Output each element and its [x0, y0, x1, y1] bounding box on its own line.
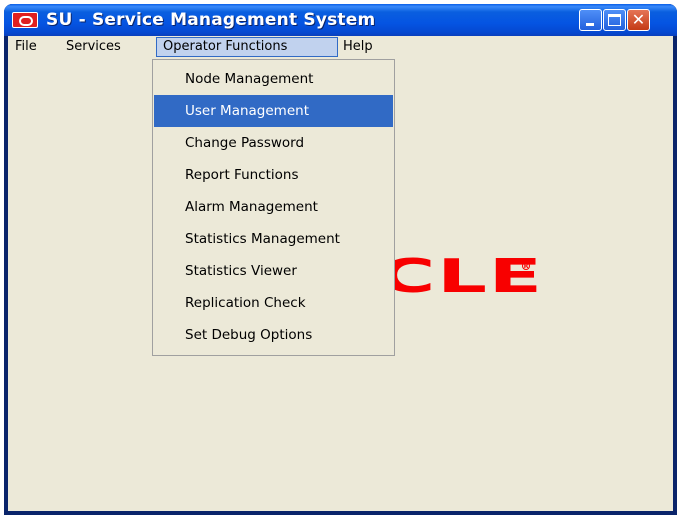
operator-functions-dropdown: Node Management User Management Change P…: [152, 59, 395, 356]
close-icon: ✕: [631, 10, 646, 29]
maximize-button[interactable]: [603, 9, 626, 31]
oracle-app-icon[interactable]: [12, 12, 38, 28]
menu-item-replication-check[interactable]: Replication Check: [154, 287, 393, 319]
menu-item-alarm-management[interactable]: Alarm Management: [154, 191, 393, 223]
minimize-icon: [586, 23, 594, 26]
app-window: SU - Service Management System ✕ File Se…: [4, 4, 677, 515]
menu-file[interactable]: File: [9, 37, 43, 57]
menu-services[interactable]: Services: [60, 37, 127, 57]
menu-help[interactable]: Help: [337, 37, 379, 57]
menu-bar: File Services Operator Functions Help: [8, 36, 673, 58]
title-bar[interactable]: SU - Service Management System ✕: [4, 4, 677, 36]
close-button[interactable]: ✕: [627, 9, 650, 31]
maximize-icon: [608, 14, 621, 26]
menu-item-report-functions[interactable]: Report Functions: [154, 159, 393, 191]
menu-item-statistics-viewer[interactable]: Statistics Viewer: [154, 255, 393, 287]
menu-item-change-password[interactable]: Change Password: [154, 127, 393, 159]
minimize-button[interactable]: [579, 9, 602, 31]
menu-item-statistics-management[interactable]: Statistics Management: [154, 223, 393, 255]
menu-item-set-debug-options[interactable]: Set Debug Options: [154, 319, 393, 351]
menu-item-node-management[interactable]: Node Management: [154, 63, 393, 95]
registered-mark-icon: R: [522, 262, 530, 270]
oracle-logo: CLE: [378, 249, 544, 303]
menu-operator-functions[interactable]: Operator Functions: [156, 37, 338, 57]
window-title: SU - Service Management System: [46, 10, 376, 30]
menu-item-user-management[interactable]: User Management: [154, 95, 393, 127]
